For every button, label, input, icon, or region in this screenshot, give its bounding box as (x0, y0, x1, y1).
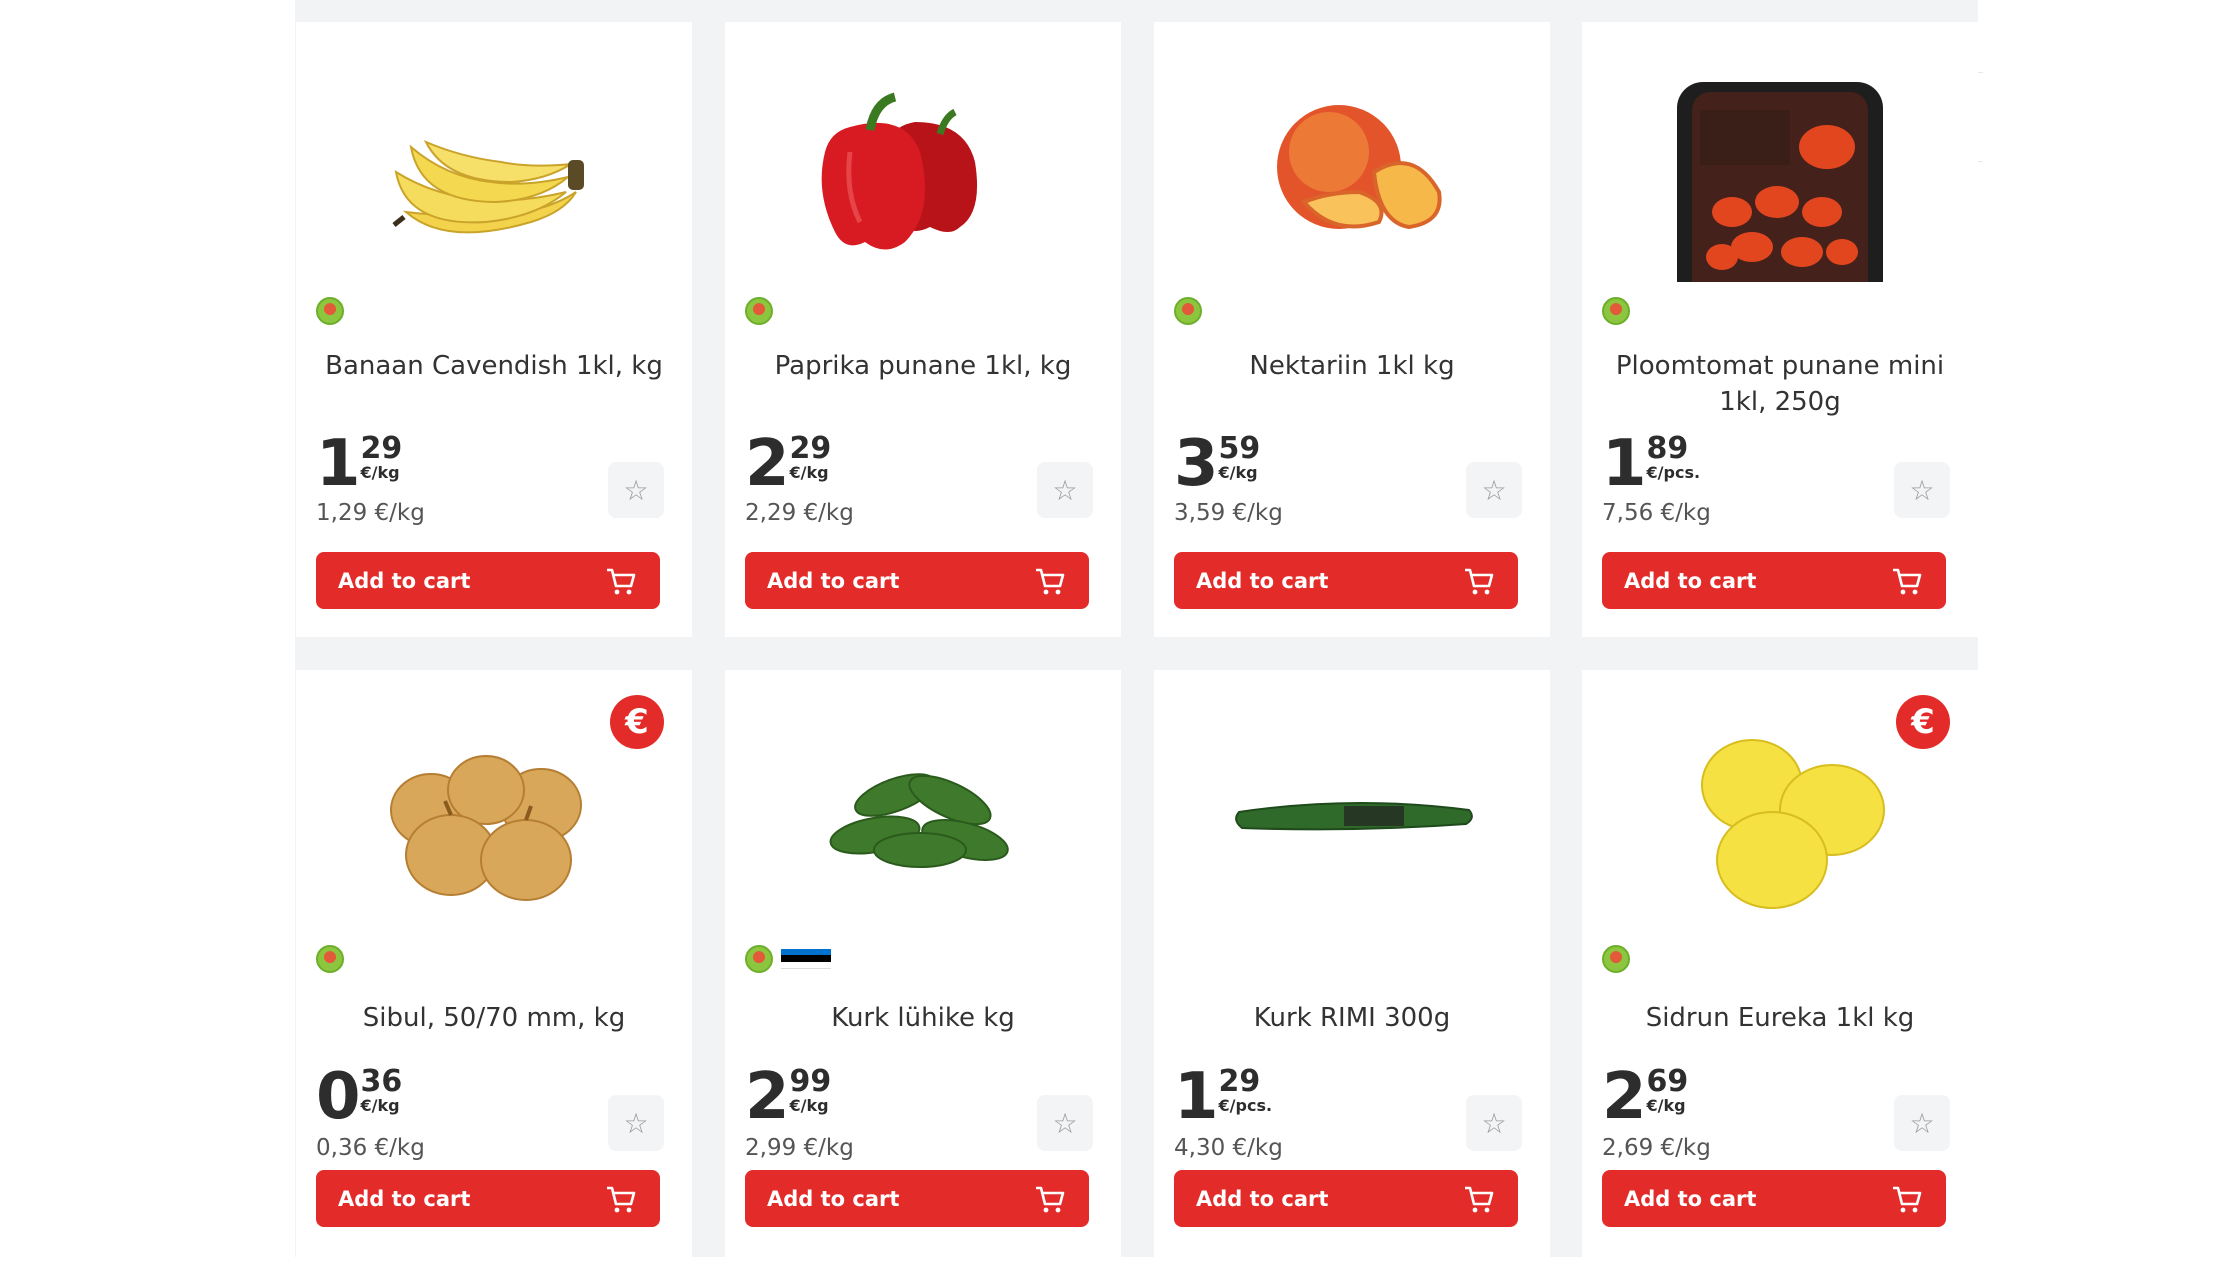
add-to-cart-button[interactable]: Add to cart (1174, 1170, 1518, 1227)
add-to-cart-button[interactable]: Add to cart (745, 1170, 1089, 1227)
product-card[interactable]: Banaan Cavendish 1kl, kg 1 29 €/kg 1,29 … (296, 22, 692, 637)
star-icon: ☆ (1909, 473, 1935, 507)
origin-badge-icon (745, 945, 773, 973)
product-card[interactable]: Kurk lühike kg 2 99 €/kg 2,99 €/kg ☆ Add… (725, 670, 1121, 1270)
cart-icon (1036, 1186, 1065, 1212)
origin-badge-icon (1602, 297, 1630, 325)
product-price: 2 69 €/kg (1602, 1060, 1689, 1134)
favorite-button[interactable]: ☆ (608, 1095, 664, 1151)
favorite-button[interactable]: ☆ (1466, 462, 1522, 518)
product-card[interactable]: € Sidrun Eureka 1kl kg 2 69 €/kg 2,69 €/… (1582, 670, 1978, 1270)
product-price: 1 89 €/pcs. (1602, 427, 1701, 501)
product-card[interactable]: Ploomtomat punane mini 1kl, 250g 1 89 €/… (1582, 22, 1978, 637)
product-name[interactable]: Kurk RIMI 300g (1174, 1000, 1530, 1036)
product-image-long-cucumber[interactable] (1154, 700, 1550, 930)
product-name[interactable]: Paprika punane 1kl, kg (745, 348, 1101, 384)
cart-icon (607, 1186, 636, 1212)
product-price: 1 29 €/pcs. (1174, 1060, 1273, 1134)
product-name[interactable]: Ploomtomat punane mini 1kl, 250g (1602, 348, 1958, 420)
product-badges (745, 944, 831, 974)
favorite-button[interactable]: ☆ (1037, 1095, 1093, 1151)
add-to-cart-label: Add to cart (1624, 1186, 1757, 1211)
product-card[interactable]: € Sibul, 50/70 mm, kg 0 36 €/kg 0,36 €/k… (296, 670, 692, 1270)
product-card[interactable]: Kurk RIMI 300g 1 29 €/pcs. 4,30 €/kg ☆ A… (1154, 670, 1550, 1270)
product-name[interactable]: Kurk lühike kg (745, 1000, 1101, 1036)
product-price: 1 29 €/kg (316, 427, 403, 501)
star-icon: ☆ (1052, 1106, 1078, 1140)
origin-badge-icon (1174, 297, 1202, 325)
favorite-button[interactable]: ☆ (1894, 462, 1950, 518)
add-to-cart-label: Add to cart (338, 568, 471, 593)
star-icon: ☆ (623, 473, 649, 507)
add-to-cart-label: Add to cart (767, 1186, 900, 1211)
add-to-cart-button[interactable]: Add to cart (745, 552, 1089, 609)
star-icon: ☆ (1481, 473, 1507, 507)
unit-price: 4,30 €/kg (1174, 1135, 1283, 1161)
cart-icon (1893, 568, 1922, 594)
product-badges (1602, 296, 1630, 326)
product-name[interactable]: Sidrun Eureka 1kl kg (1602, 1000, 1958, 1036)
unit-price: 2,29 €/kg (745, 500, 854, 526)
product-name[interactable]: Banaan Cavendish 1kl, kg (316, 348, 672, 384)
origin-badge-icon (745, 297, 773, 325)
product-name[interactable]: Sibul, 50/70 mm, kg (316, 1000, 672, 1036)
product-price: 2 99 €/kg (745, 1060, 832, 1134)
product-card[interactable]: Nektariin 1kl kg 3 59 €/kg 3,59 €/kg ☆ A… (1154, 22, 1550, 637)
cart-icon (1465, 1186, 1494, 1212)
estonia-flag-icon (781, 949, 831, 969)
add-to-cart-button[interactable]: Add to cart (316, 552, 660, 609)
add-to-cart-button[interactable]: Add to cart (1602, 552, 1946, 609)
cart-icon (1465, 568, 1494, 594)
unit-price: 7,56 €/kg (1602, 500, 1711, 526)
cart-icon (1036, 568, 1065, 594)
origin-badge-icon (1602, 945, 1630, 973)
add-to-cart-label: Add to cart (338, 1186, 471, 1211)
unit-price: 2,69 €/kg (1602, 1135, 1711, 1161)
star-icon: ☆ (1481, 1106, 1507, 1140)
add-to-cart-label: Add to cart (1196, 1186, 1329, 1211)
unit-price: 1,29 €/kg (316, 500, 425, 526)
add-to-cart-button[interactable]: Add to cart (316, 1170, 660, 1227)
product-badges (745, 296, 773, 326)
origin-badge-icon (316, 297, 344, 325)
cart-icon (607, 568, 636, 594)
star-icon: ☆ (1909, 1106, 1935, 1140)
add-to-cart-label: Add to cart (767, 568, 900, 593)
unit-price: 0,36 €/kg (316, 1135, 425, 1161)
product-badges (1602, 944, 1630, 974)
product-image-nectarine[interactable] (1154, 52, 1550, 282)
favorite-button[interactable]: ☆ (608, 462, 664, 518)
product-badges (316, 944, 344, 974)
product-image-onion[interactable] (296, 700, 692, 930)
add-to-cart-button[interactable]: Add to cart (1602, 1170, 1946, 1227)
product-badges (1174, 296, 1202, 326)
product-badges (316, 296, 344, 326)
product-image-banana[interactable] (296, 52, 692, 282)
star-icon: ☆ (623, 1106, 649, 1140)
product-image-short-cucumber[interactable] (725, 700, 1121, 930)
unit-price: 2,99 €/kg (745, 1135, 854, 1161)
star-icon: ☆ (1052, 473, 1078, 507)
cart-icon (1893, 1186, 1922, 1212)
favorite-button[interactable]: ☆ (1037, 462, 1093, 518)
product-price: 2 29 €/kg (745, 427, 832, 501)
favorite-button[interactable]: ☆ (1894, 1095, 1950, 1151)
favorite-button[interactable]: ☆ (1466, 1095, 1522, 1151)
origin-badge-icon (316, 945, 344, 973)
add-to-cart-label: Add to cart (1196, 568, 1329, 593)
add-to-cart-button[interactable]: Add to cart (1174, 552, 1518, 609)
product-price: 0 36 €/kg (316, 1060, 403, 1134)
product-image-cherry-tomatoes[interactable] (1582, 52, 1978, 282)
product-card[interactable]: Paprika punane 1kl, kg 2 29 €/kg 2,29 €/… (725, 22, 1121, 637)
product-name[interactable]: Nektariin 1kl kg (1174, 348, 1530, 384)
product-price: 3 59 €/kg (1174, 427, 1261, 501)
add-to-cart-label: Add to cart (1624, 568, 1757, 593)
product-image-lemon[interactable] (1582, 700, 1978, 930)
product-image-pepper[interactable] (725, 52, 1121, 282)
unit-price: 3,59 €/kg (1174, 500, 1283, 526)
